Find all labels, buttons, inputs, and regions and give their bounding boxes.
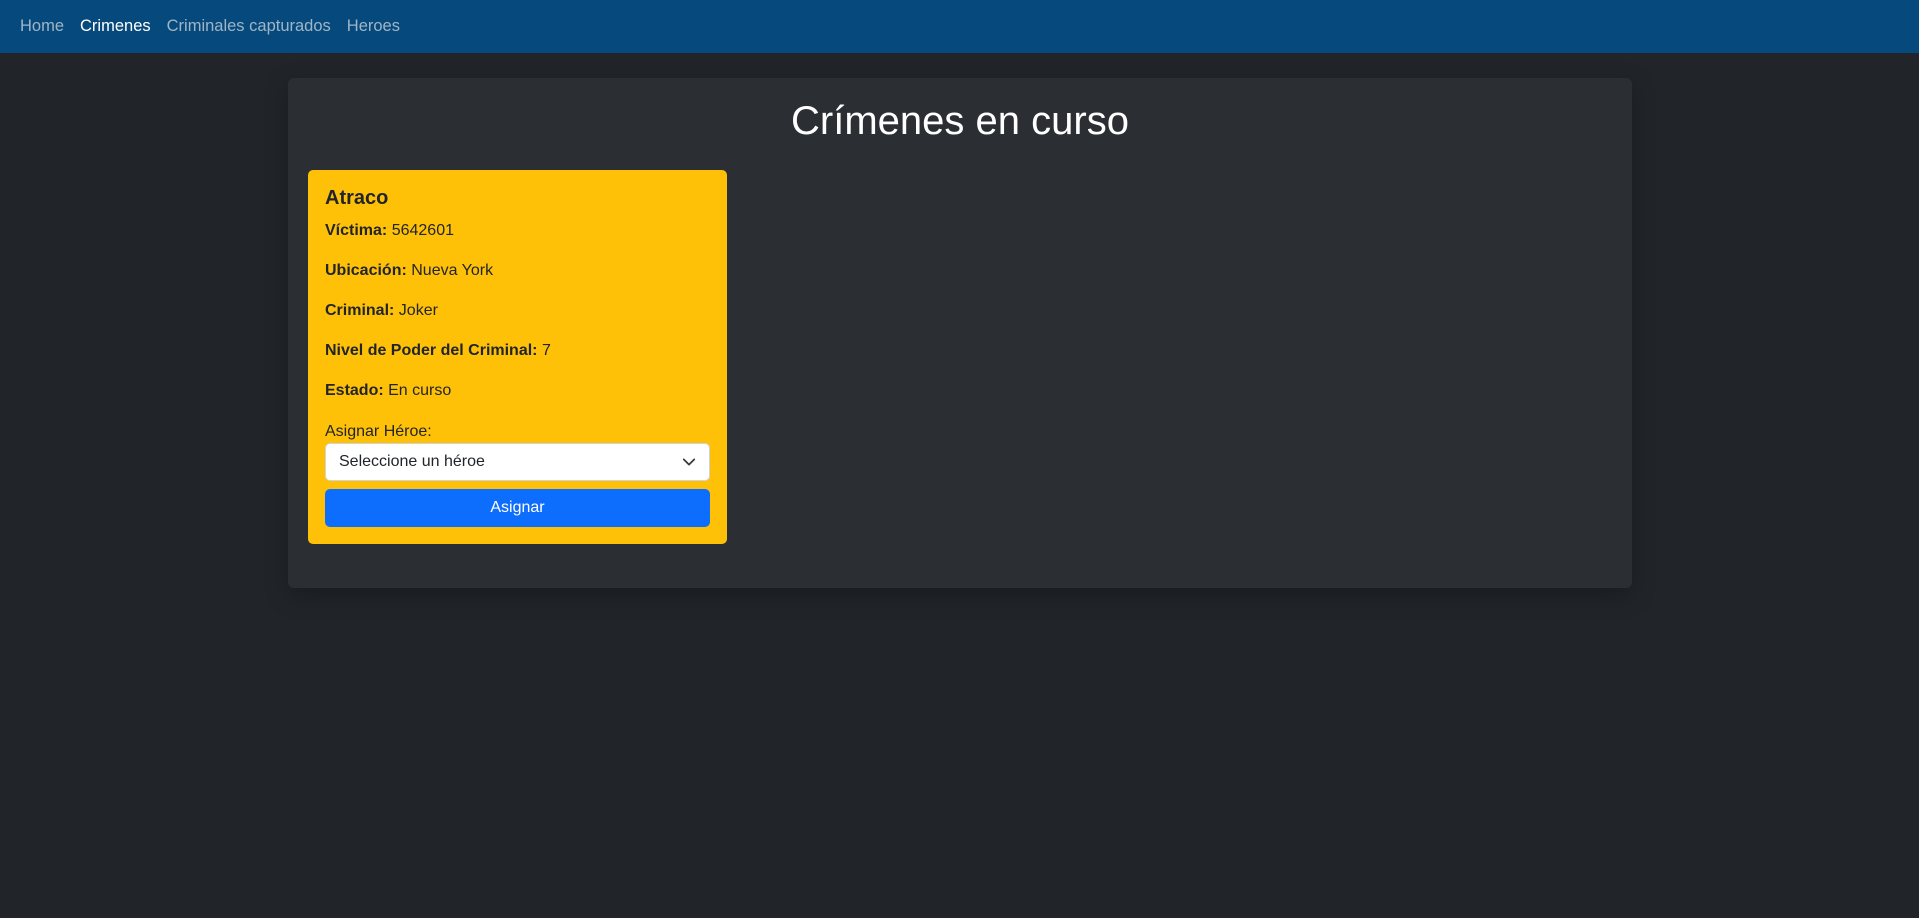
crimes-panel: Crímenes en curso Atraco Víctima: 564260… — [288, 78, 1632, 588]
nav-link-criminales-capturados[interactable]: Criminales capturados — [167, 0, 331, 53]
status-field: Estado: En curso — [325, 381, 451, 401]
location-label: Ubicación: — [325, 262, 407, 279]
victim-label: Víctima: — [325, 222, 388, 239]
hero-select-value: Seleccione un héroe — [339, 453, 485, 470]
power-level-value: 7 — [541, 342, 551, 359]
crime-title: Atraco — [325, 187, 389, 209]
nav-link-heroes[interactable]: Heroes — [347, 0, 400, 53]
hero-select[interactable]: Seleccione un héroe — [325, 443, 710, 481]
chevron-down-icon — [682, 458, 696, 466]
assign-hero-label: Asignar Héroe: — [325, 423, 432, 440]
power-level-field: Nivel de Poder del Criminal: 7 — [325, 341, 551, 361]
status-value: En curso — [388, 382, 452, 399]
page-title: Crímenes en curso — [791, 99, 1129, 143]
location-value: Nueva York — [411, 262, 494, 279]
power-level-label: Nivel de Poder del Criminal: — [325, 342, 538, 359]
nav-link-crimenes[interactable]: Crimenes — [80, 0, 151, 53]
crime-card: Atraco Víctima: 5642601 Ubicación: Nueva… — [308, 170, 727, 544]
criminal-label: Criminal: — [325, 302, 395, 319]
criminal-field: Criminal: Joker — [325, 301, 438, 321]
nav-link-home[interactable]: Home — [20, 0, 64, 53]
assign-button[interactable]: Asignar — [325, 489, 710, 527]
top-navbar: Home Crimenes Criminales capturados Hero… — [0, 0, 1919, 53]
victim-value: 5642601 — [391, 222, 454, 239]
status-label: Estado: — [325, 382, 384, 399]
location-field: Ubicación: Nueva York — [325, 261, 493, 281]
criminal-value: Joker — [398, 302, 438, 319]
victim-field: Víctima: 5642601 — [325, 221, 454, 241]
